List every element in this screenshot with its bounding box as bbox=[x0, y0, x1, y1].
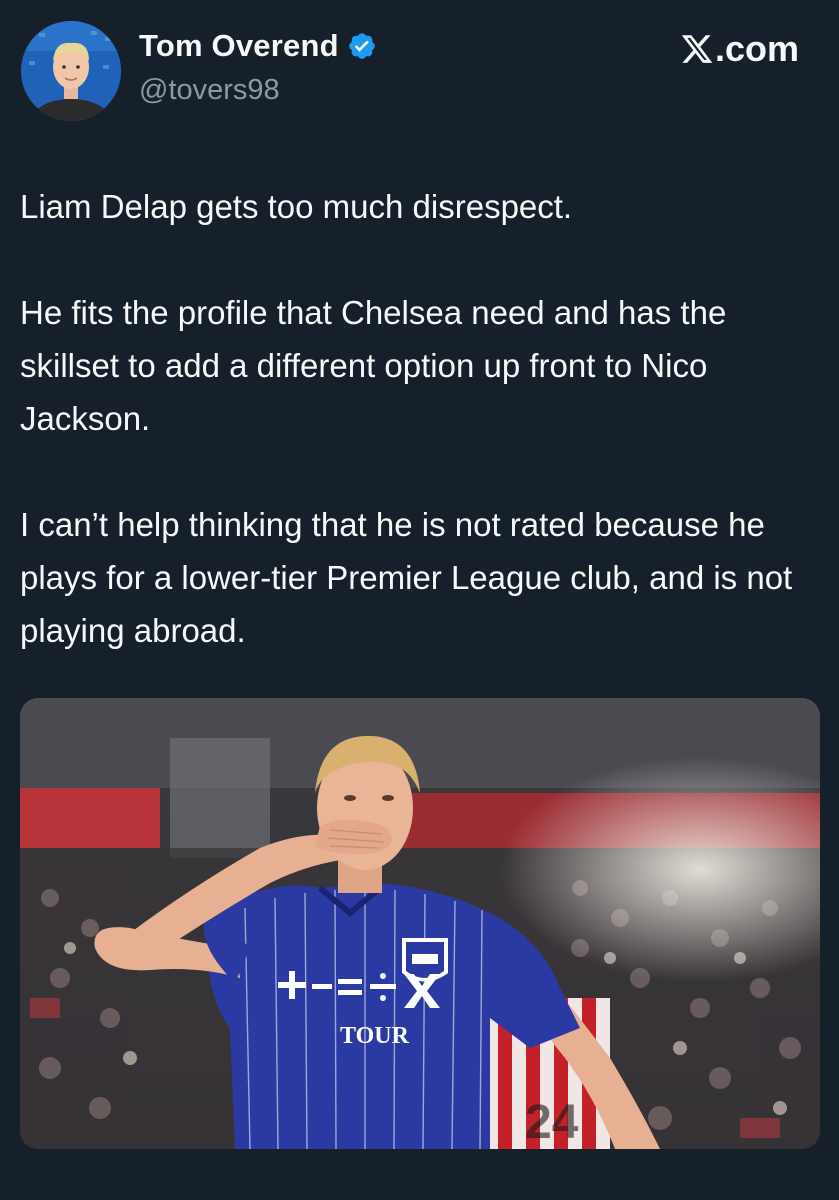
tweet-paragraph: Liam Delap gets too much disrespect. bbox=[20, 188, 573, 225]
tweet-paragraph: I can’t help thinking that he is not rat… bbox=[20, 506, 793, 649]
avatar[interactable] bbox=[21, 21, 121, 121]
tweet-header: Tom Overend @tovers98 .com bbox=[0, 0, 839, 140]
x-logo-icon bbox=[681, 35, 713, 63]
author-handle[interactable]: @tovers98 bbox=[139, 74, 280, 107]
brand-label: .com bbox=[714, 28, 799, 69]
rival-number: 24 bbox=[525, 1096, 579, 1149]
avatar-photo bbox=[21, 21, 121, 121]
x-brand[interactable]: .com bbox=[680, 28, 799, 70]
tweet-body: Liam Delap gets too much disrespect. He … bbox=[20, 180, 820, 657]
author-name[interactable]: Tom Overend bbox=[139, 28, 339, 64]
verified-badge-icon bbox=[347, 31, 377, 61]
tweet-photo[interactable]: 24 TOUR bbox=[20, 698, 820, 1149]
tweet-paragraph: He fits the profile that Chelsea need an… bbox=[20, 294, 727, 437]
shirt-sponsor: TOUR bbox=[340, 1023, 410, 1049]
